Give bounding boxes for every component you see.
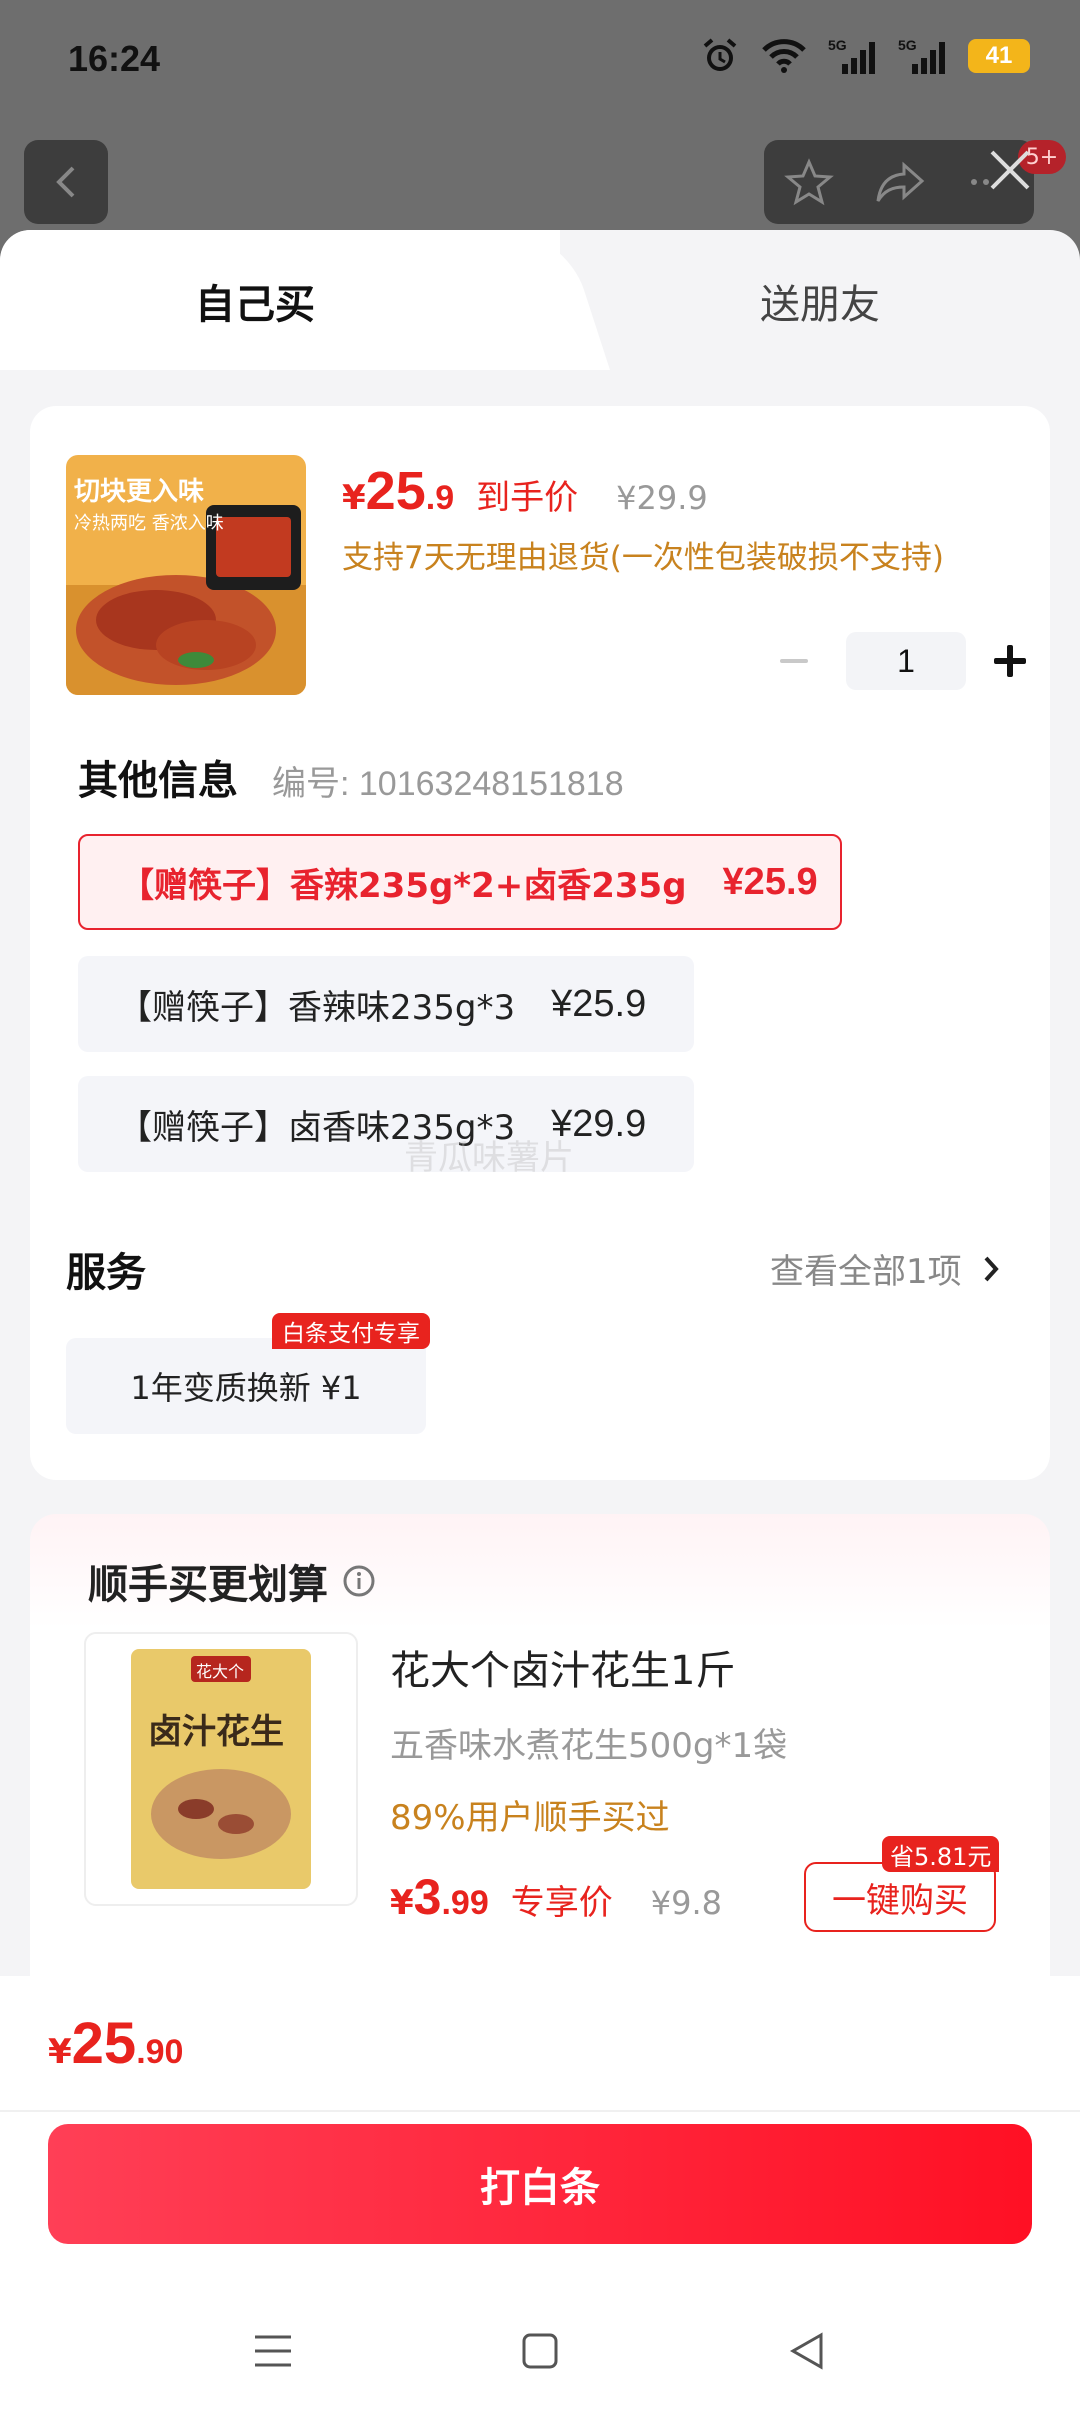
price-yen: ¥ (342, 478, 366, 518)
return-policy: 支持7天无理由退货(一次性包装破损不支持) (342, 540, 944, 576)
total-integer: 25 (71, 2011, 137, 2076)
sku-label: 【赠筷子】香辣235g*2+卤香235g (120, 865, 687, 906)
package-text: 卤汁花生 (148, 1712, 284, 1752)
total-decimal: .90 (136, 2033, 184, 2071)
pay-button[interactable]: 打白条 (48, 2124, 1032, 2244)
service-tag: 白条支付专享 (272, 1313, 430, 1349)
back-button[interactable] (24, 140, 108, 224)
svg-text:5G: 5G (898, 37, 917, 53)
price-decimal: .9 (425, 479, 455, 517)
status-icons: 5G 5G 41 (700, 36, 1030, 76)
info-icon[interactable] (342, 1564, 376, 1598)
close-button[interactable] (982, 142, 1038, 198)
addon-price: ¥ 3 .99 专享价 ¥9.8 (390, 1868, 722, 1926)
total-price: ¥ 25 .90 (48, 2010, 183, 2077)
sku-label: 【赠筷子】香辣味235g*3 (118, 987, 516, 1028)
addon-desc: 五香味水煮花生500g*1袋 (390, 1726, 788, 1766)
service-option[interactable]: 1年变质换新 ¥1 (66, 1338, 426, 1434)
status-time: 16:24 (68, 38, 161, 79)
addon-title-text: 顺手买更划算 (88, 1562, 328, 1608)
addon-product-image[interactable]: 花大个 卤汁花生 (84, 1632, 358, 1906)
back-icon (56, 166, 75, 198)
image-caption-top: 切块更入味 (74, 477, 205, 507)
chevron-right-icon (984, 1256, 999, 1281)
addon-section-title: 顺手买更划算 (88, 1552, 376, 1610)
product-price: ¥ 25 .9 到手价 ¥29.9 (342, 460, 708, 522)
tab-send-friend[interactable]: 送朋友 (760, 272, 880, 330)
one-click-buy-button[interactable]: 一键购买 (804, 1862, 996, 1932)
decrease-button[interactable] (772, 639, 816, 683)
battery-indicator: 41 (968, 39, 1030, 73)
image-caption-sub: 冷热两吃 香浓入味 (74, 513, 224, 534)
product-image: 切块更入味 冷热两吃 香浓入味 (66, 455, 306, 695)
tab-self-buy[interactable]: 自己买 (195, 272, 315, 330)
total-yen: ¥ (48, 2032, 72, 2072)
view-all-label: 查看全部1项 (770, 1252, 962, 1292)
addon-name[interactable]: 花大个卤汁花生1斤 (390, 1638, 735, 1696)
increase-button[interactable] (988, 639, 1032, 683)
watermark: 青瓜味薯片 (404, 1138, 574, 1178)
quantity-stepper: 1 (772, 632, 1032, 690)
footer-divider (0, 2110, 1080, 2112)
back-triangle-icon[interactable] (787, 2331, 827, 2371)
addon-price-yen: ¥ (390, 1883, 414, 1923)
menu-icon[interactable] (253, 2333, 293, 2369)
home-icon[interactable] (520, 2331, 560, 2371)
sku-option[interactable]: 【赠筷子】卤香味235g*3 ¥29.9 (78, 1076, 694, 1172)
other-info-title: 其他信息 (78, 758, 238, 804)
tab-bar: 自己买 送朋友 (0, 230, 1080, 370)
alarm-icon (703, 38, 737, 71)
system-navbar (0, 2290, 1080, 2412)
sku-option[interactable]: 【赠筷子】香辣味235g*3 ¥25.9 (78, 956, 694, 1052)
price-integer: 25 (365, 461, 426, 521)
sku-price: ¥25.9 (551, 982, 647, 1025)
sku-option[interactable]: 【赠筷子】香辣235g*2+卤香235g ¥25.9 (78, 834, 842, 930)
status-bar: 16:24 5G 5G 41 (0, 0, 1080, 125)
addon-price-label: 专享价 (510, 1883, 613, 1923)
signal-5g-icon: 5G (898, 37, 945, 74)
signal-5g-icon: 5G (828, 37, 875, 74)
svg-text:5G: 5G (828, 37, 847, 53)
service-title: 服务 (66, 1250, 146, 1296)
star-icon[interactable] (784, 157, 834, 207)
quantity-value[interactable]: 1 (846, 632, 966, 690)
addon-price-decimal: .99 (441, 1884, 489, 1922)
addon-users: 89%用户顺手买过 (390, 1798, 670, 1838)
savings-tag: 省5.81元 (882, 1836, 1000, 1872)
product-serial: 编号: 10163248151818 (272, 765, 624, 803)
wifi-icon (762, 39, 806, 73)
sku-price: ¥25.9 (722, 860, 818, 903)
share-icon[interactable] (874, 159, 926, 205)
close-icon (990, 150, 1030, 190)
minus-icon (780, 659, 808, 663)
addon-original-price: ¥9.8 (650, 1884, 722, 1922)
view-all-services[interactable]: 查看全部1项 (770, 1244, 1000, 1293)
addon-price-integer: 3 (413, 1869, 442, 1925)
price-label: 到手价 (476, 478, 579, 518)
package-brand: 花大个 (196, 1662, 245, 1681)
original-price: ¥29.9 (616, 479, 708, 517)
